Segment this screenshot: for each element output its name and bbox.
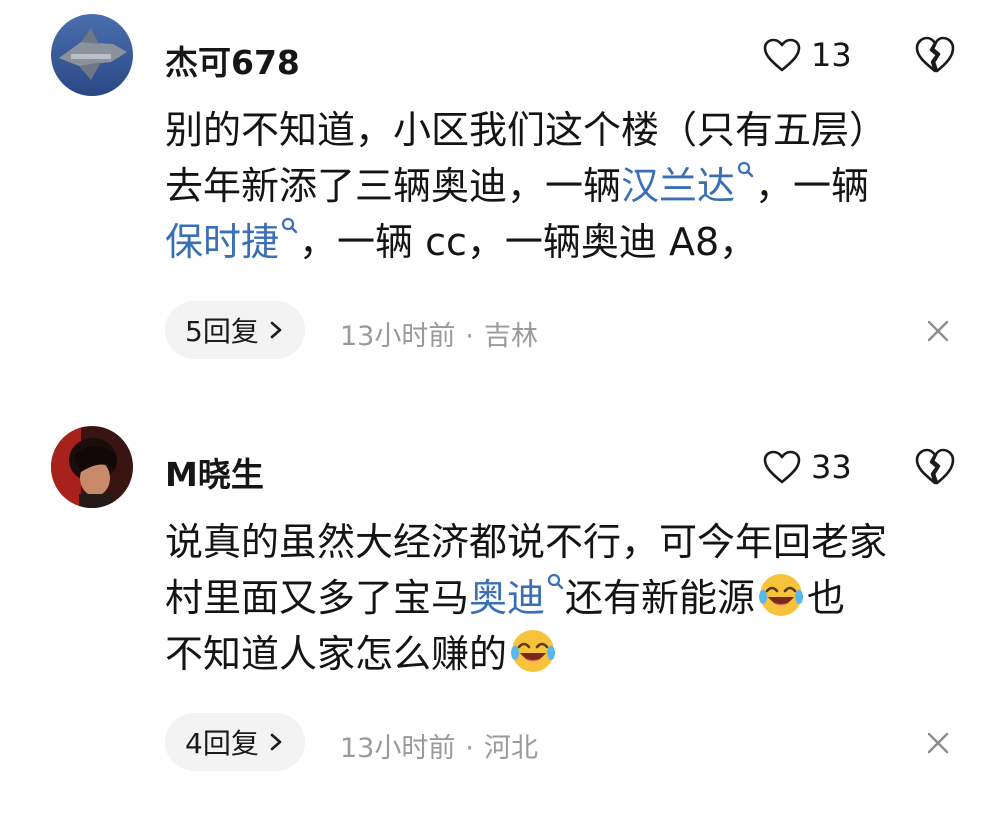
dismiss-button[interactable]: [926, 731, 950, 755]
comment-location: 吉林: [483, 321, 538, 352]
close-icon: [927, 320, 949, 342]
avatar-image: [51, 426, 133, 508]
comment-location: 河北: [483, 733, 538, 764]
close-icon: [927, 732, 949, 754]
chevron-right-icon: [270, 321, 282, 339]
comment-meta: 13小时前 · 吉林: [340, 314, 538, 353]
keyword-link-label: 汉兰达: [621, 164, 736, 208]
comment-text-segment: 村里面又多了宝马: [165, 576, 470, 620]
view-replies-button[interactable]: 4回复: [165, 713, 305, 771]
like-count: 33: [811, 448, 852, 486]
comment-text-line: 别的不知道，小区我们这个楼（只有五层）: [165, 108, 888, 152]
comment-text-segment: ，一辆 cc，一辆奥迪 A8，: [299, 220, 758, 264]
heart-outline-icon: [763, 38, 801, 72]
like-button[interactable]: 33: [762, 445, 852, 489]
keyword-link-label: 保时捷: [165, 220, 280, 264]
search-icon: [547, 573, 564, 590]
comment-time: 13小时前: [340, 733, 456, 764]
avatar-image: [51, 14, 133, 96]
dislike-button[interactable]: [914, 447, 956, 487]
keyword-link-hanlanda[interactable]: 汉兰达: [621, 161, 755, 208]
broken-heart-icon: [915, 448, 955, 485]
comment-time: 13小时前: [340, 321, 456, 352]
keyword-link-label: 奥迪: [469, 576, 546, 620]
comment-text-line: 说真的虽然大经济都说不行，可今年回老家: [165, 520, 888, 564]
comment-text: 说真的虽然大经济都说不行，可今年回老家 村里面又多了宝马奥迪 还有新能源 也 不知道…: [165, 514, 965, 682]
comment-text-segment: 去年新添了三辆奥迪，一辆: [165, 164, 622, 208]
comment-text-segment: 也: [807, 576, 846, 620]
keyword-link-porsche[interactable]: 保时捷: [165, 217, 299, 264]
laughing-crying-emoji-icon: [759, 574, 804, 616]
comment-text-segment: 还有新能源: [565, 576, 756, 620]
username[interactable]: M晓生: [165, 448, 264, 496]
username[interactable]: 杰可678: [165, 36, 300, 84]
comment-item: M晓生 33 说真的虽然大经济都说不行，可今年回老家 村里面又多了宝马奥迪 还有新…: [0, 400, 1000, 823]
like-button[interactable]: 13: [762, 33, 852, 77]
dismiss-button[interactable]: [926, 319, 950, 343]
replies-label: 5回复: [185, 315, 259, 348]
like-count: 13: [811, 36, 852, 74]
search-icon: [737, 161, 754, 178]
comment-text: 别的不知道，小区我们这个楼（只有五层） 去年新添了三辆奥迪，一辆汉兰达 ，一辆 保…: [165, 102, 965, 270]
view-replies-button[interactable]: 5回复: [165, 301, 305, 359]
dislike-button[interactable]: [914, 35, 956, 75]
comment-text-segment: 不知道人家怎么赚的: [165, 632, 508, 676]
comment-item: 杰可678 13 别的不知道，小区我们这个楼（只有五层） 去年新添了三辆奥迪，一…: [0, 0, 1000, 400]
search-icon: [281, 217, 298, 234]
broken-heart-icon: [915, 36, 955, 73]
chevron-right-icon: [270, 733, 282, 751]
comment-meta: 13小时前 · 河北: [340, 726, 538, 765]
meta-separator: ·: [465, 321, 474, 352]
meta-separator: ·: [465, 733, 474, 764]
keyword-link-audi[interactable]: 奥迪: [469, 573, 565, 620]
heart-outline-icon: [763, 450, 801, 484]
laughing-crying-emoji-icon: [511, 630, 556, 672]
avatar[interactable]: [51, 14, 133, 96]
comment-text-segment: ，一辆: [755, 164, 870, 208]
avatar[interactable]: [51, 426, 133, 508]
replies-label: 4回复: [185, 727, 259, 760]
